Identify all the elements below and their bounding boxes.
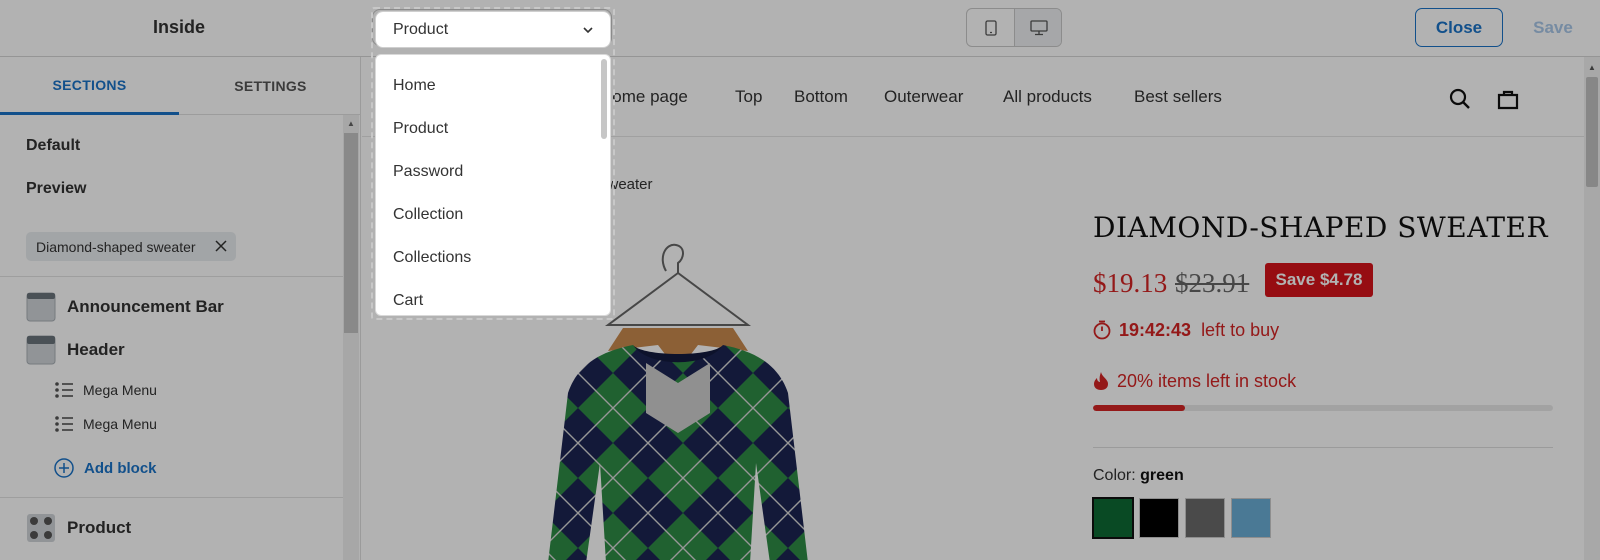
modal-overlay[interactable] bbox=[0, 0, 1600, 560]
dropdown-option-home[interactable]: Home bbox=[393, 77, 436, 95]
chevron-down-icon bbox=[583, 27, 593, 34]
dropdown-option-cart[interactable]: Cart bbox=[393, 292, 423, 310]
dropdown-option-collections[interactable]: Collections bbox=[393, 249, 471, 267]
dropdown-option-product[interactable]: Product bbox=[393, 120, 448, 138]
page-template-dropdown: Product Home Product Password Collection… bbox=[371, 7, 615, 320]
dropdown-header[interactable]: Product bbox=[375, 11, 611, 48]
dropdown-selected-value: Product bbox=[393, 21, 449, 38]
dropdown-scrollbar[interactable] bbox=[601, 59, 607, 139]
dropdown-option-password[interactable]: Password bbox=[393, 163, 463, 181]
dropdown-option-collection[interactable]: Collection bbox=[393, 206, 463, 224]
dropdown-list: Home Product Password Collection Collect… bbox=[375, 54, 611, 316]
